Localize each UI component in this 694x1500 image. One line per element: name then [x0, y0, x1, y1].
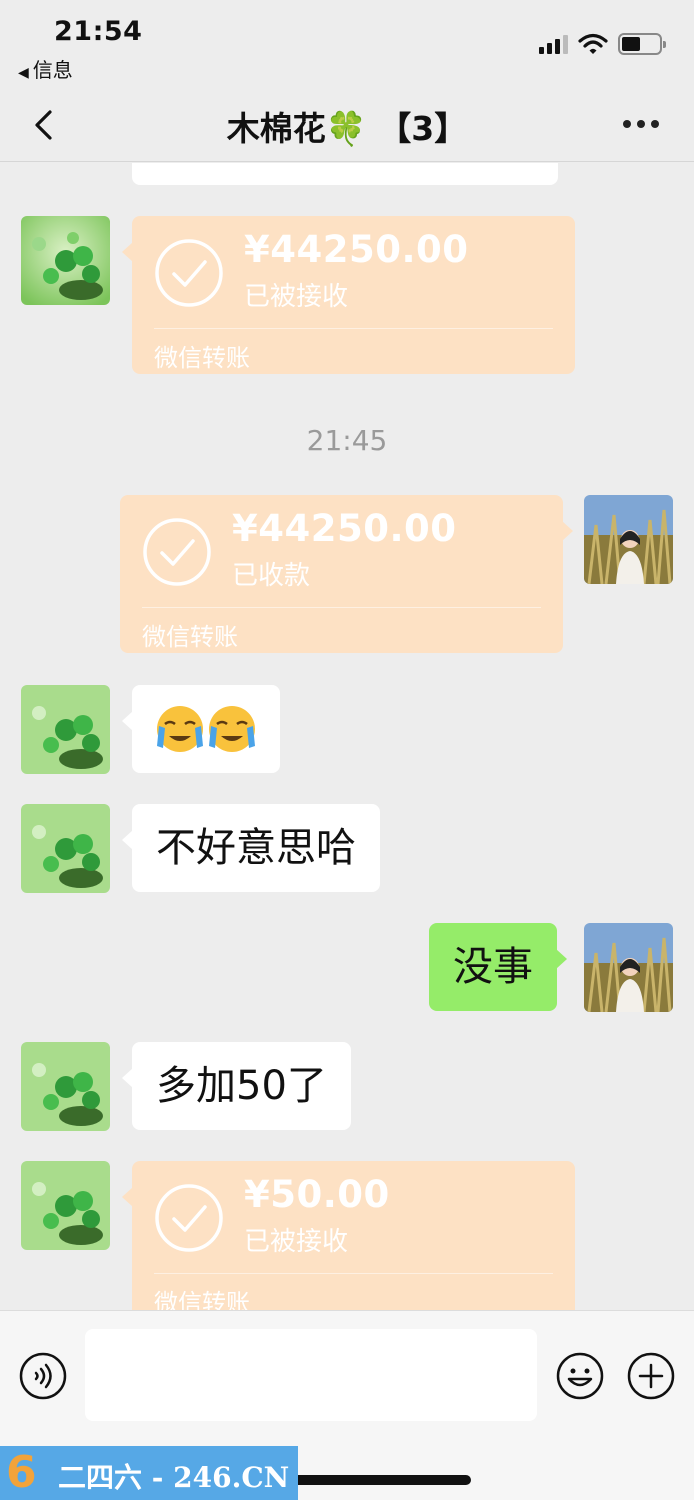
- message-bubble-partial: [132, 163, 558, 185]
- watermark-text: 二四六 - 246.CN: [58, 1461, 290, 1494]
- nav-bar: 木棉花🍀 【3】: [0, 90, 694, 162]
- battery-icon: [618, 33, 666, 55]
- more-icon[interactable]: [616, 104, 666, 144]
- back-to-app-link[interactable]: ◀ 信息: [18, 54, 73, 83]
- transfer-divider: [154, 1273, 553, 1274]
- check-circle-icon: [155, 1184, 223, 1252]
- emoji-face-icon[interactable]: [555, 1351, 605, 1401]
- status-icons: [539, 30, 666, 58]
- message-bubble[interactable]: [122, 685, 280, 773]
- transfer-amount: ¥44250.00: [232, 507, 457, 550]
- transfer-divider: [142, 607, 541, 608]
- message-bubble[interactable]: 多加50了: [122, 1042, 351, 1130]
- transfer-card[interactable]: ¥44250.00 已被接收 微信转账: [122, 216, 575, 374]
- contact-avatar[interactable]: [21, 1042, 110, 1131]
- wifi-icon: [578, 33, 608, 54]
- crying-face-icon: [209, 706, 255, 752]
- contact-avatar[interactable]: [21, 216, 110, 305]
- transfer-status: 已收款: [232, 561, 311, 591]
- back-triangle-icon: ◀: [18, 65, 29, 81]
- transfer-divider: [154, 328, 553, 329]
- transfer-label: 微信转账: [154, 1289, 250, 1310]
- contact-avatar[interactable]: [21, 804, 110, 893]
- chat-area[interactable]: ¥44250.00 已被接收 微信转账 21:45 ¥44250.00 已收款 …: [0, 163, 694, 1310]
- voice-icon[interactable]: [18, 1351, 68, 1401]
- status-bar: 21:54 ◀ 信息: [0, 0, 694, 90]
- message-input[interactable]: [85, 1329, 537, 1421]
- chat-title: 木棉花🍀 【3】: [226, 109, 468, 148]
- status-time: 21:54: [54, 16, 143, 47]
- watermark-logo: 6 二四六 - 246.CN: [0, 1446, 298, 1500]
- transfer-card[interactable]: ¥50.00 已被接收 微信转账: [122, 1161, 575, 1310]
- time-separator: 21:45: [306, 424, 388, 457]
- plus-icon[interactable]: [626, 1351, 676, 1401]
- watermark-mark: 6: [6, 1447, 37, 1498]
- signal-icon: [539, 34, 568, 54]
- transfer-status: 已被接收: [244, 1227, 349, 1257]
- back-app-label: 信息: [32, 58, 73, 82]
- check-circle-icon: [155, 239, 223, 307]
- transfer-label: 微信转账: [142, 623, 238, 651]
- transfer-card[interactable]: ¥44250.00 已收款 微信转账: [120, 495, 573, 653]
- contact-avatar[interactable]: [21, 1161, 110, 1250]
- transfer-amount: ¥50.00: [244, 1173, 390, 1216]
- my-avatar[interactable]: [584, 495, 673, 584]
- crying-face-icon: [157, 706, 203, 752]
- check-circle-icon: [143, 518, 211, 586]
- transfer-status: 已被接收: [244, 282, 349, 312]
- message-bubble[interactable]: 不好意思哈: [122, 804, 380, 892]
- contact-avatar[interactable]: [21, 685, 110, 774]
- my-avatar[interactable]: [584, 923, 673, 1012]
- transfer-label: 微信转账: [154, 344, 250, 372]
- message-bubble-mine[interactable]: 没事: [429, 923, 567, 1011]
- transfer-amount: ¥44250.00: [244, 228, 469, 271]
